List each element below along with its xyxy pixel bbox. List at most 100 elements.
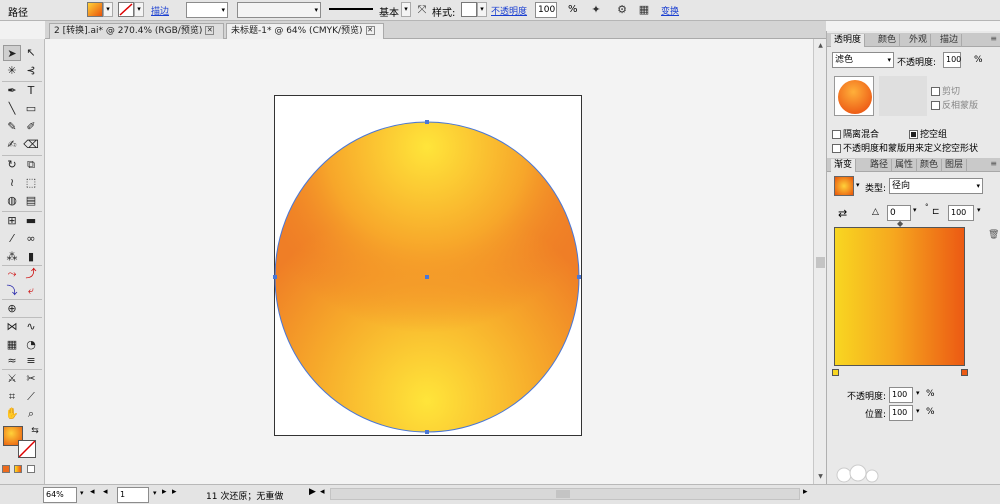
rotate-tool-icon[interactable]: ↻ [3, 157, 21, 173]
clip-checkbox[interactable]: 剪切 [931, 84, 960, 97]
tab-attributes[interactable]: 属性 [892, 159, 918, 172]
scroll-up-icon[interactable]: ▲ [816, 41, 825, 50]
panel-menu-icon[interactable]: ≡ [990, 34, 997, 43]
recolor-artwork-icon[interactable]: ⤧ [414, 2, 430, 18]
location-dropdown[interactable]: ▾ [916, 407, 920, 415]
gradient-swatch[interactable] [834, 176, 854, 196]
type-tool-icon[interactable]: T [22, 83, 40, 99]
fill-dropdown[interactable]: ▾ [103, 2, 113, 17]
prev-page-icon[interactable]: ◂ [103, 487, 108, 497]
list-tool-icon[interactable]: ≡ [22, 353, 40, 369]
gradient-tool-icon[interactable]: ▬ [22, 213, 40, 229]
graphic-style-swatch[interactable] [461, 2, 477, 17]
knife-tool-icon[interactable]: ⚔ [3, 371, 21, 387]
style-dropdown[interactable]: ▾ [477, 2, 487, 17]
zoom-field[interactable]: 64% [43, 487, 77, 503]
line-tool-icon[interactable]: ╲ [3, 101, 21, 117]
warp-tool-icon[interactable]: ≀ [3, 175, 21, 191]
none-mode-icon[interactable] [27, 465, 35, 473]
live-paint-bucket-icon[interactable]: ⤳ [3, 266, 21, 282]
gradient-mode-icon[interactable] [14, 465, 22, 473]
blob-brush-icon[interactable]: ✍ [3, 137, 21, 153]
stop-opacity-dropdown[interactable]: ▾ [916, 389, 920, 397]
transform-link[interactable]: 变换 [661, 4, 679, 17]
anchor-top[interactable] [425, 120, 429, 124]
gradient-stop-end[interactable] [961, 369, 968, 376]
aspect-dropdown[interactable]: ▾ [977, 206, 981, 214]
lasso-icon[interactable]: ⊰ [22, 63, 40, 79]
paintbrush-icon[interactable]: ✎ [3, 119, 21, 135]
aspect-ratio-field[interactable]: 100 [948, 205, 974, 221]
location-field[interactable]: 100 [889, 405, 913, 421]
transparency-opacity-field[interactable]: 100 [943, 52, 961, 68]
anchor-right[interactable] [577, 275, 581, 279]
scale-tool-icon[interactable]: ⧉ [22, 157, 40, 173]
slice-tool-icon[interactable]: ⟋ [22, 389, 40, 405]
zoom-dropdown[interactable]: ▾ [80, 489, 84, 497]
perspective-grid-icon[interactable]: ▤ [22, 193, 40, 209]
blend-mode-select[interactable]: 滤色 ▾ [832, 52, 894, 68]
circle-artwork[interactable] [45, 39, 813, 484]
scissors-icon[interactable]: ✂ [22, 371, 40, 387]
status-menu-arrow[interactable]: ▶ [309, 487, 316, 497]
pen-tool-icon[interactable]: ✒ [3, 83, 21, 99]
stroke-color-box[interactable] [18, 440, 36, 458]
artboard-tool-icon[interactable]: ⌗ [3, 389, 21, 405]
selection-tool-icon[interactable]: ➤ [3, 45, 21, 61]
first-page-icon[interactable]: ◂ [90, 487, 95, 497]
symbol-sprayer-icon[interactable]: ⁂ [3, 249, 21, 265]
align-icon[interactable]: ✦ [588, 2, 604, 18]
wave-tool-icon[interactable]: ∿ [22, 319, 40, 335]
blend-tool-icon[interactable]: ∞ [22, 231, 40, 247]
anchor-bottom[interactable] [425, 430, 429, 434]
reshape-tool-icon[interactable]: ⤵ [3, 283, 21, 299]
close-icon[interactable]: ✕ [205, 26, 215, 35]
color-mode-icon[interactable] [2, 465, 10, 473]
pencil-icon[interactable]: ✐ [22, 119, 40, 135]
zoom-tool-icon[interactable]: ⌕ [22, 406, 40, 422]
hscroll-thumb[interactable] [556, 490, 570, 498]
polar-grid-icon[interactable]: ◔ [22, 337, 40, 353]
eyedropper-icon[interactable]: ⁄ [3, 231, 21, 247]
graph-tool-icon[interactable]: ▮ [22, 249, 40, 265]
direct-selection-tool-icon[interactable]: ↖ [22, 45, 40, 61]
hand-tool-icon[interactable]: ✋ [3, 406, 21, 422]
swap-colors-icon[interactable]: ⇆ [26, 423, 44, 439]
canvas[interactable] [45, 39, 813, 484]
gradient-stop-start[interactable] [832, 369, 839, 376]
free-transform-icon[interactable]: ⬚ [22, 175, 40, 191]
fill-swatch[interactable] [87, 2, 103, 17]
gradient-type-select[interactable]: 径向 ▾ [889, 178, 983, 194]
tab-stroke[interactable]: 描边 [937, 34, 963, 47]
knockout-group-checkbox[interactable]: 挖空组 [909, 127, 947, 140]
stroke-swatch[interactable] [118, 2, 134, 17]
crosshair-tool-icon[interactable]: ⊕ [3, 301, 21, 317]
document-setup-icon[interactable]: ▦ [636, 2, 652, 18]
panel-menu-icon[interactable]: ≡ [990, 159, 997, 168]
tab-appearance[interactable]: 外观 [906, 34, 932, 47]
gradient-swatch-dropdown[interactable]: ▾ [856, 181, 860, 189]
stroke-link[interactable]: 描边 [151, 4, 169, 17]
tab-color-2[interactable]: 颜色 [917, 159, 943, 172]
tab-document-1[interactable]: 2 [转换].ai* @ 270.4% (RGB/预览) ✕ [49, 23, 224, 39]
envelope-distort-icon[interactable]: ⋈ [3, 319, 21, 335]
tab-layers[interactable]: 图层 [942, 159, 968, 172]
isolate-blending-checkbox[interactable]: 隔离混合 [832, 127, 879, 140]
reverse-gradient-icon[interactable]: ⇄ [838, 207, 847, 220]
tab-pathfinder[interactable]: 路径 [867, 159, 893, 172]
anchor-left[interactable] [273, 275, 277, 279]
scroll-down-icon[interactable]: ▼ [816, 472, 825, 481]
next-page-icon[interactable]: ▸ [162, 487, 167, 497]
magic-wand-icon[interactable]: ✳ [3, 63, 21, 79]
stroke-weight-field[interactable]: ▾ [186, 2, 228, 18]
tab-transparency[interactable]: 透明度 [831, 34, 866, 47]
tab-document-2[interactable]: 未标题-1* @ 64% (CMYK/预览) ✕ [226, 23, 384, 39]
opacity-field[interactable]: 100 [535, 2, 557, 18]
page-field[interactable]: 1 [117, 487, 149, 503]
vertical-scrollbar[interactable]: ▲ ▼ [813, 39, 826, 484]
horizontal-scrollbar[interactable] [330, 488, 800, 500]
angle-dropdown[interactable]: ▾ [913, 206, 917, 214]
tab-gradient[interactable]: 渐变 [831, 159, 857, 172]
page-dropdown[interactable]: ▾ [153, 489, 157, 497]
last-page-icon[interactable]: ▸ [172, 487, 177, 497]
